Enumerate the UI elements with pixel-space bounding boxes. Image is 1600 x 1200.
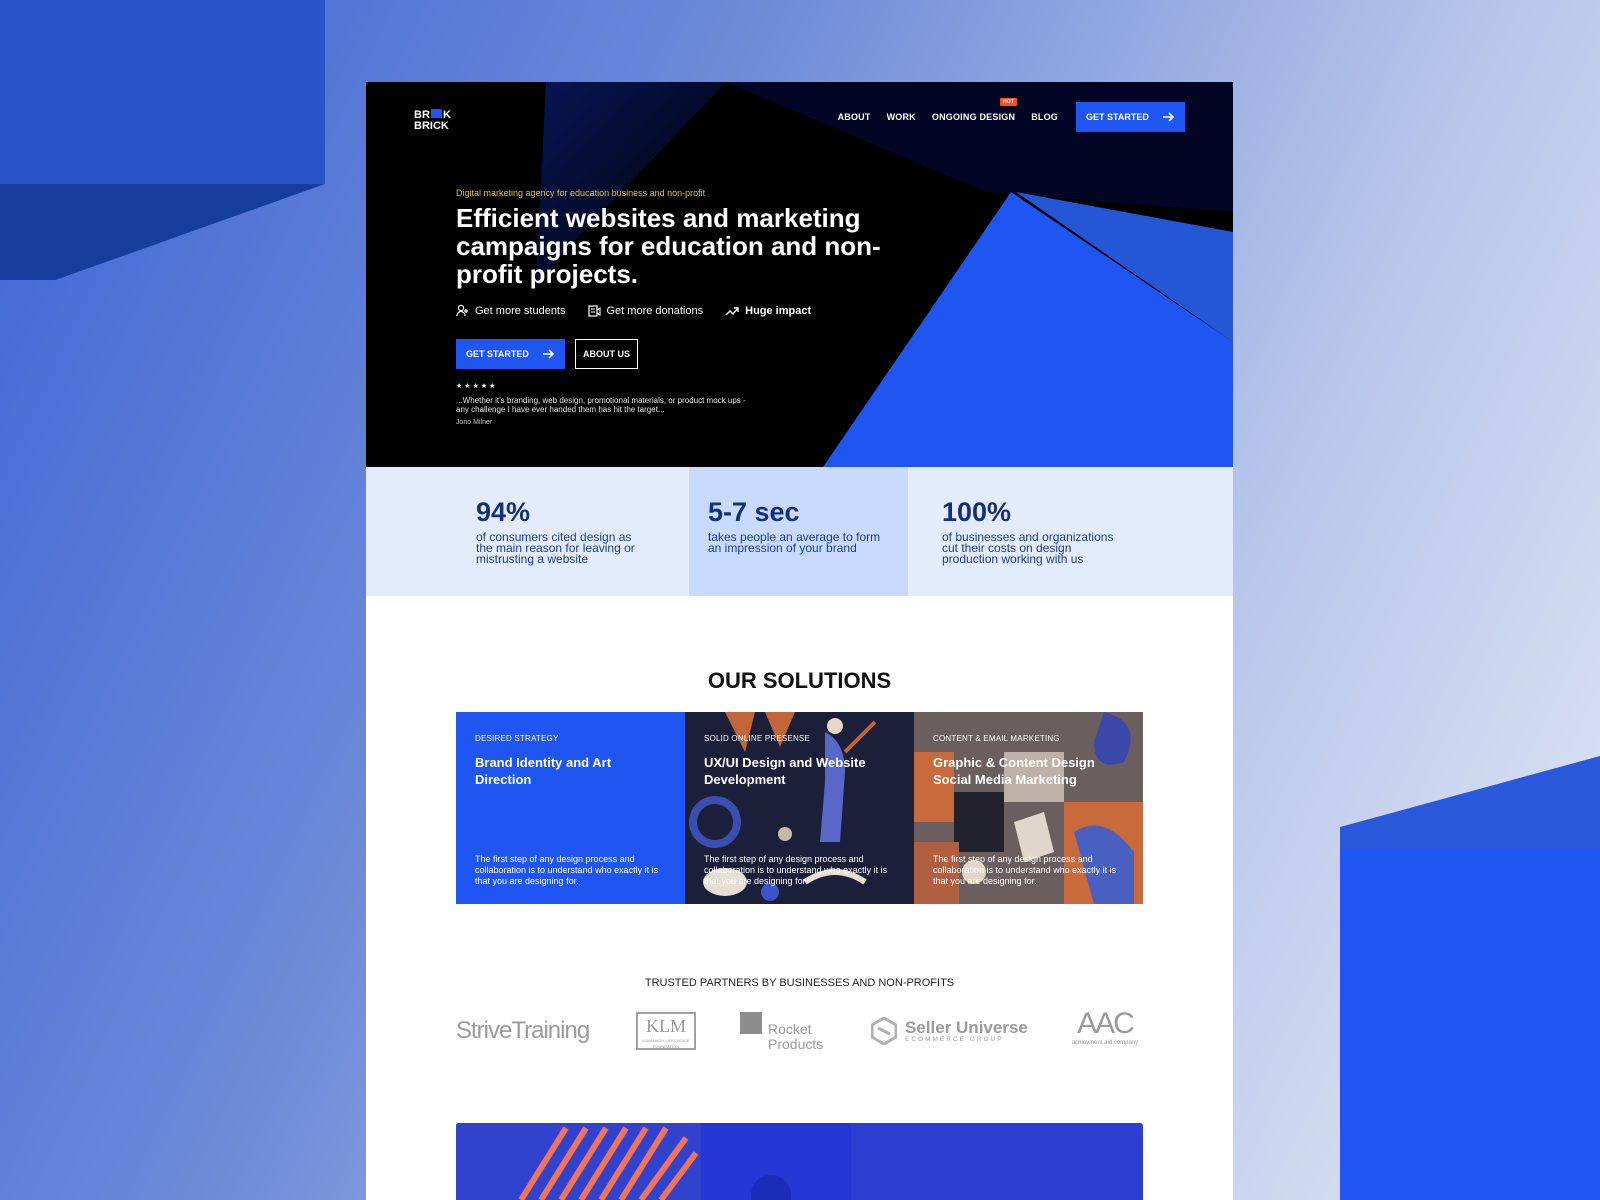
partner-logo-strive: StriveTraining bbox=[456, 1017, 590, 1044]
logo-line2: BRICK bbox=[414, 120, 449, 130]
stat-text: of businesses and organizations cut thei… bbox=[942, 530, 1114, 566]
solution-card-uxui[interactable]: SOLID ONLINE PRESENSE UX/UI Design and W… bbox=[685, 712, 914, 904]
stat-value: 5-7 sec bbox=[708, 497, 800, 527]
solutions-grid: DESIRED STRATEGY Brand Identity and Art … bbox=[456, 712, 1143, 904]
donation-icon bbox=[587, 305, 601, 317]
klm-logo-text: KLM bbox=[646, 1016, 686, 1036]
feature-students-label: Get more students bbox=[475, 304, 566, 317]
card-title: UX/UI Design and Website Development bbox=[704, 755, 866, 787]
card-description: The first step of any design process and… bbox=[704, 854, 888, 886]
nav-get-started-button[interactable]: GET STARTED bbox=[1076, 102, 1185, 132]
card-eyebrow: DESIRED STRATEGY bbox=[475, 734, 559, 743]
main-nav: ABOUT WORK ONGOING DESIGN HOT BLOG GET S… bbox=[838, 98, 1185, 132]
hero-buttons: GET STARTED ABOUT US bbox=[456, 339, 638, 369]
solution-card-graphic[interactable]: CONTENT & EMAIL MARKETING Graphic & Cont… bbox=[914, 712, 1143, 904]
card-title: Graphic & Content Design Social Media Ma… bbox=[933, 755, 1095, 787]
website-page: BR K BRICK ABOUT WORK ONGOING DESIGN HOT… bbox=[366, 82, 1233, 1200]
testimonial-author: Jono Milner bbox=[456, 419, 493, 426]
stat-card: 100% of businesses and organizations cut… bbox=[908, 467, 1233, 596]
stat-card: 5-7 sec takes people an average to form … bbox=[689, 467, 908, 596]
trending-up-icon bbox=[725, 306, 739, 315]
stats-section: 94% of consumers cited design as the mai… bbox=[366, 467, 1233, 596]
seller-universe-sub: ECOMMERCE GROUP bbox=[905, 1035, 1004, 1043]
hot-badge: HOT bbox=[1000, 98, 1018, 106]
bg-block-bottom-right bbox=[1340, 849, 1600, 1200]
stat-text: of consumers cited design as the main re… bbox=[476, 530, 635, 566]
feature-students: Get more students bbox=[456, 304, 566, 317]
seller-universe-text: Seller Universe ECOMMERCE GROUP bbox=[905, 1017, 1028, 1043]
nav-get-started-label: GET STARTED bbox=[1086, 112, 1149, 122]
hero-about-us-button[interactable]: ABOUT US bbox=[575, 339, 638, 369]
card-description: The first step of any design process and… bbox=[475, 854, 659, 886]
seller-universe-name: Seller Universe bbox=[905, 1017, 1028, 1037]
partner-logo-klm: KLM KAVANAGH LIFECHOICE FOUNDATION bbox=[636, 1012, 696, 1050]
card-title: Brand Identity and Art Direction bbox=[475, 755, 612, 787]
arrow-right-icon bbox=[1163, 112, 1175, 122]
hero-get-started-label: GET STARTED bbox=[466, 349, 529, 359]
feature-donations: Get more donations bbox=[587, 304, 704, 317]
nav-about[interactable]: ABOUT bbox=[838, 112, 871, 122]
partner-logo-aac: AAC achievment aid company bbox=[1067, 1007, 1143, 1047]
nav-blog[interactable]: BLOG bbox=[1031, 112, 1058, 122]
rocket-logo-mark bbox=[740, 1012, 762, 1034]
card-description: The first step of any design process and… bbox=[933, 854, 1117, 886]
card-eyebrow: SOLID ONLINE PRESENSE bbox=[704, 734, 811, 743]
solutions-title: OUR SOLUTIONS bbox=[707, 668, 892, 693]
card-eyebrow: CONTENT & EMAIL MARKETING bbox=[933, 734, 1060, 743]
arrow-right-icon bbox=[543, 349, 555, 359]
nav-work[interactable]: WORK bbox=[887, 112, 916, 122]
stat-value: 94% bbox=[476, 497, 531, 527]
rocket-logo-text: Rocket Products bbox=[768, 1022, 823, 1052]
partner-logo-seller-universe: Seller Universe ECOMMERCE GROUP bbox=[871, 1017, 1028, 1045]
hero-section: BR K BRICK ABOUT WORK ONGOING DESIGN HOT… bbox=[366, 82, 1233, 467]
user-add-icon bbox=[456, 304, 468, 317]
nav-ongoing-design[interactable]: ONGOING DESIGN HOT bbox=[931, 98, 1018, 122]
feature-donations-label: Get more donations bbox=[606, 304, 704, 317]
aac-logo-subtext: achievment aid company bbox=[1071, 1040, 1139, 1046]
bg-block-top-left bbox=[0, 0, 325, 184]
stat-value: 100% bbox=[942, 497, 1012, 527]
hero-features: Get more students Get more donations Hug… bbox=[456, 304, 811, 317]
rating-stars: ★★★★★ bbox=[456, 383, 498, 390]
stat-card: 94% of consumers cited design as the mai… bbox=[366, 467, 689, 596]
aac-logo-text: AAC bbox=[1077, 1007, 1135, 1040]
rocket-logo-line2: Products bbox=[768, 1036, 824, 1052]
seller-universe-mark-icon bbox=[871, 1017, 897, 1045]
brick-logo[interactable]: BR K BRICK bbox=[414, 108, 472, 130]
promo-illustration bbox=[456, 1123, 1143, 1200]
testimonial-quote: ...Whether it's branding, web design, pr… bbox=[456, 396, 746, 414]
solution-card-brand[interactable]: DESIRED STRATEGY Brand Identity and Art … bbox=[456, 712, 685, 904]
klm-logo-subtext: KAVANAGH LIFECHOICE FOUNDATION bbox=[642, 1038, 690, 1049]
promo-image bbox=[456, 1123, 1143, 1200]
hero-headline: Efficient websites and marketing campaig… bbox=[456, 203, 881, 289]
nav-ongoing-design-label: ONGOING DESIGN bbox=[931, 112, 1016, 122]
partners-title: TRUSTED PARTNERS BY BUSINESSES AND NON-P… bbox=[644, 977, 955, 989]
stat-text: takes people an average to form an impre… bbox=[708, 530, 881, 555]
feature-impact: Huge impact bbox=[725, 304, 811, 317]
logo-blue-brick bbox=[431, 109, 442, 118]
bg-block-top-left-shadow bbox=[0, 184, 325, 280]
hero-get-started-button[interactable]: GET STARTED bbox=[456, 339, 565, 369]
feature-impact-label: Huge impact bbox=[745, 304, 812, 317]
hero-tagline: Digital marketing agency for education b… bbox=[456, 188, 706, 198]
rocket-logo-line1: Rocket bbox=[768, 1021, 812, 1037]
partner-logo-rocket: Rocket Products bbox=[740, 1012, 823, 1052]
